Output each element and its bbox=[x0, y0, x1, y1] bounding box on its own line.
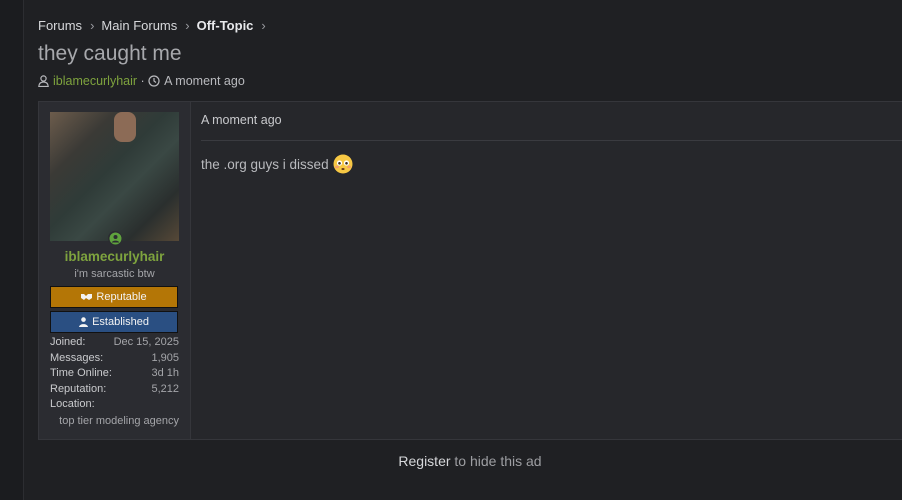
badge-reputable: Reputable bbox=[50, 286, 178, 308]
stat-value: 3d 1h bbox=[151, 367, 179, 379]
chevron-right-icon: › bbox=[261, 18, 266, 33]
user-icon bbox=[79, 317, 89, 327]
post-time[interactable]: A moment ago bbox=[201, 113, 282, 127]
stat-label: Time Online: bbox=[50, 367, 112, 379]
chevron-right-icon: › bbox=[185, 18, 190, 33]
breadcrumb-main-forums[interactable]: Main Forums bbox=[101, 18, 177, 33]
post-username[interactable]: iblamecurlyhair bbox=[39, 249, 190, 264]
stat-location: Location: bbox=[50, 397, 179, 413]
thread-author-link[interactable]: iblamecurlyhair bbox=[53, 74, 137, 88]
badge-established: Established bbox=[50, 311, 178, 333]
post-user-sidebar: iblamecurlyhair i'm sarcastic btw Reputa… bbox=[39, 102, 191, 439]
breadcrumb: Forums › Main Forums › Off-Topic › bbox=[38, 18, 273, 33]
post-body: A moment ago the .org guys i dissed bbox=[191, 102, 902, 439]
user-title: i'm sarcastic btw bbox=[74, 268, 155, 280]
stat-messages: Messages: 1,905 bbox=[50, 351, 179, 367]
divider bbox=[201, 140, 902, 141]
left-rail bbox=[0, 0, 24, 500]
page-title: they caught me bbox=[38, 42, 182, 65]
stat-label: Reputation: bbox=[50, 382, 107, 395]
stat-joined: Joined: Dec 15, 2025 bbox=[50, 335, 179, 351]
stat-time-online: Time Online: 3d 1h bbox=[50, 366, 179, 382]
stat-reputation: Reputation: 5,212 bbox=[50, 382, 179, 398]
stat-value[interactable]: 1,905 bbox=[151, 351, 179, 367]
avatar[interactable] bbox=[50, 112, 179, 241]
user-icon bbox=[38, 75, 49, 87]
register-link[interactable]: Register bbox=[398, 453, 450, 469]
flushed-face-emoji-icon bbox=[333, 154, 353, 174]
online-status-icon bbox=[108, 231, 122, 245]
post-message-text: the .org guys i dissed bbox=[201, 156, 329, 172]
post-message: the .org guys i dissed bbox=[201, 154, 353, 174]
meta-separator: · bbox=[137, 74, 149, 88]
thread-time[interactable]: A moment ago bbox=[164, 74, 245, 88]
stat-value: 5,212 bbox=[151, 382, 179, 395]
breadcrumb-forums[interactable]: Forums bbox=[38, 18, 82, 33]
clock-icon bbox=[148, 75, 160, 87]
stat-label: Messages: bbox=[50, 351, 104, 364]
stat-label: Joined: bbox=[50, 336, 86, 348]
handshake-icon bbox=[81, 294, 93, 300]
user-stats: Joined: Dec 15, 2025 Messages: 1,905 Tim… bbox=[50, 335, 179, 429]
chevron-right-icon: › bbox=[90, 18, 95, 33]
avatar-photo-detail bbox=[114, 112, 136, 142]
badge-label: Reputable bbox=[96, 291, 147, 303]
thread-meta: iblamecurlyhair · A moment ago bbox=[38, 74, 245, 88]
stat-value: Dec 15, 2025 bbox=[113, 336, 179, 348]
ad-notice-text: to hide this ad bbox=[450, 453, 542, 469]
stat-label: Location: bbox=[50, 398, 95, 410]
breadcrumb-off-topic[interactable]: Off-Topic bbox=[197, 18, 254, 33]
post: iblamecurlyhair i'm sarcastic btw Reputa… bbox=[38, 101, 902, 440]
location-value: top tier modeling agency bbox=[59, 414, 179, 427]
ad-notice: Register to hide this ad bbox=[38, 453, 902, 469]
badge-label: Established bbox=[92, 316, 149, 328]
